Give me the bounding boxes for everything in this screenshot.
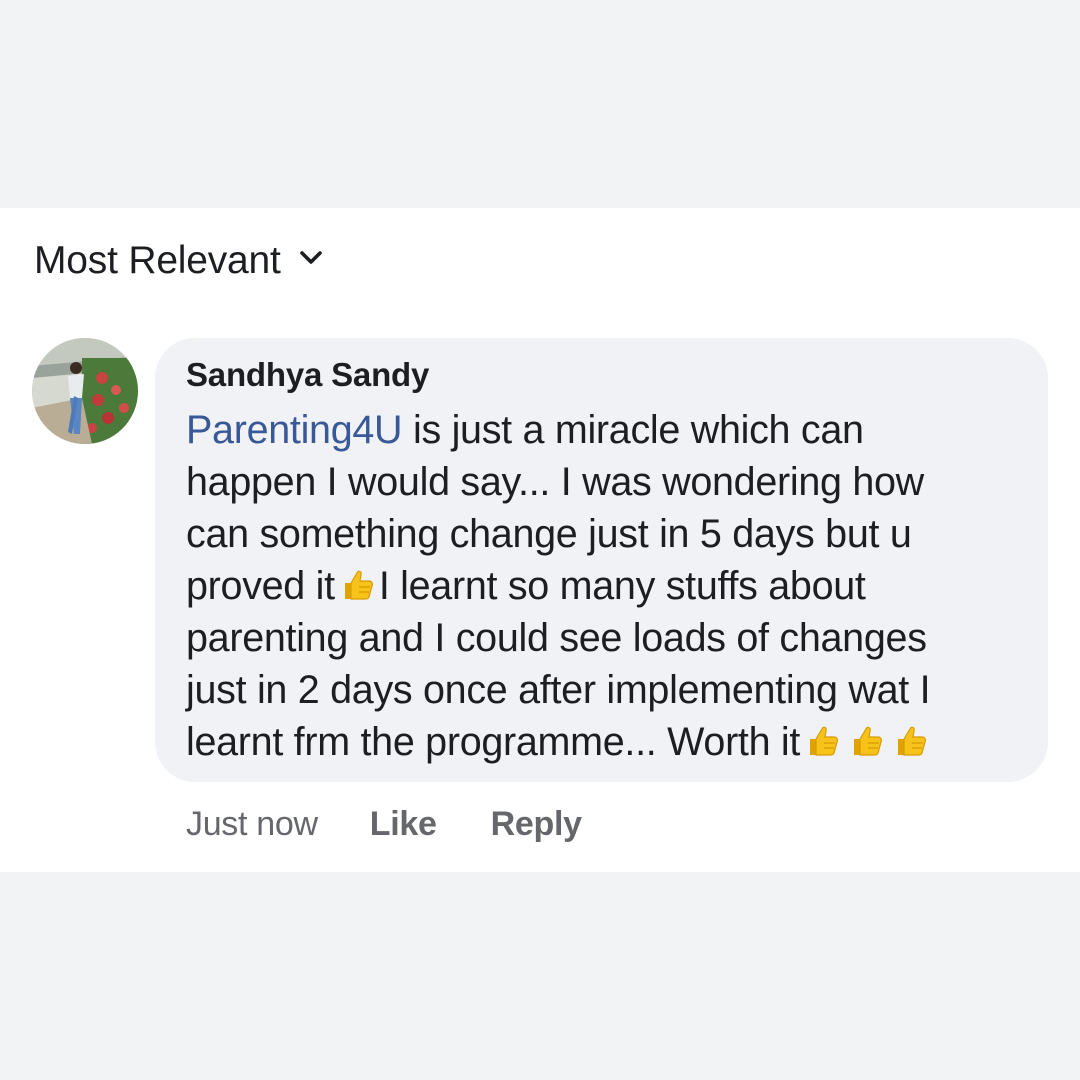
comment-line: is just a miracle which can bbox=[402, 408, 864, 452]
sort-dropdown[interactable]: Most Relevant bbox=[34, 236, 323, 286]
comment-timestamp[interactable]: Just now bbox=[186, 805, 318, 844]
chevron-down-icon bbox=[299, 251, 322, 264]
avatar-photo bbox=[32, 338, 138, 444]
mention-link[interactable]: Parenting4U bbox=[186, 408, 403, 452]
thumbs-up-icon bbox=[810, 726, 839, 756]
avatar[interactable] bbox=[32, 338, 138, 444]
top-background bbox=[0, 0, 1080, 208]
comment-line: I learnt so many stuffs about bbox=[378, 564, 866, 608]
bottom-background bbox=[0, 872, 1080, 1080]
thumbs-up-icon bbox=[854, 726, 883, 756]
comment-line: proved it bbox=[186, 564, 335, 608]
comment-line: happen I would say... I was wondering ho… bbox=[186, 460, 924, 504]
comment-line: just in 2 days once after implementing w… bbox=[186, 668, 931, 712]
comment-line: learnt frm the programme... Worth it bbox=[186, 720, 801, 764]
comment-author[interactable]: Sandhya Sandy bbox=[186, 356, 429, 394]
thumbs-up-icon bbox=[898, 726, 927, 756]
thumbs-up-icon bbox=[344, 570, 373, 600]
sort-label: Most Relevant bbox=[34, 239, 281, 282]
like-button[interactable]: Like bbox=[370, 805, 437, 844]
comment-text: Parenting4U is just a miracle which can … bbox=[186, 404, 1016, 768]
comment-line: parenting and I could see loads of chang… bbox=[186, 616, 927, 660]
reply-button[interactable]: Reply bbox=[491, 805, 582, 844]
comment-line: can something change just in 5 days but … bbox=[186, 512, 912, 556]
comment-actions: Just now Like Reply bbox=[186, 800, 582, 848]
